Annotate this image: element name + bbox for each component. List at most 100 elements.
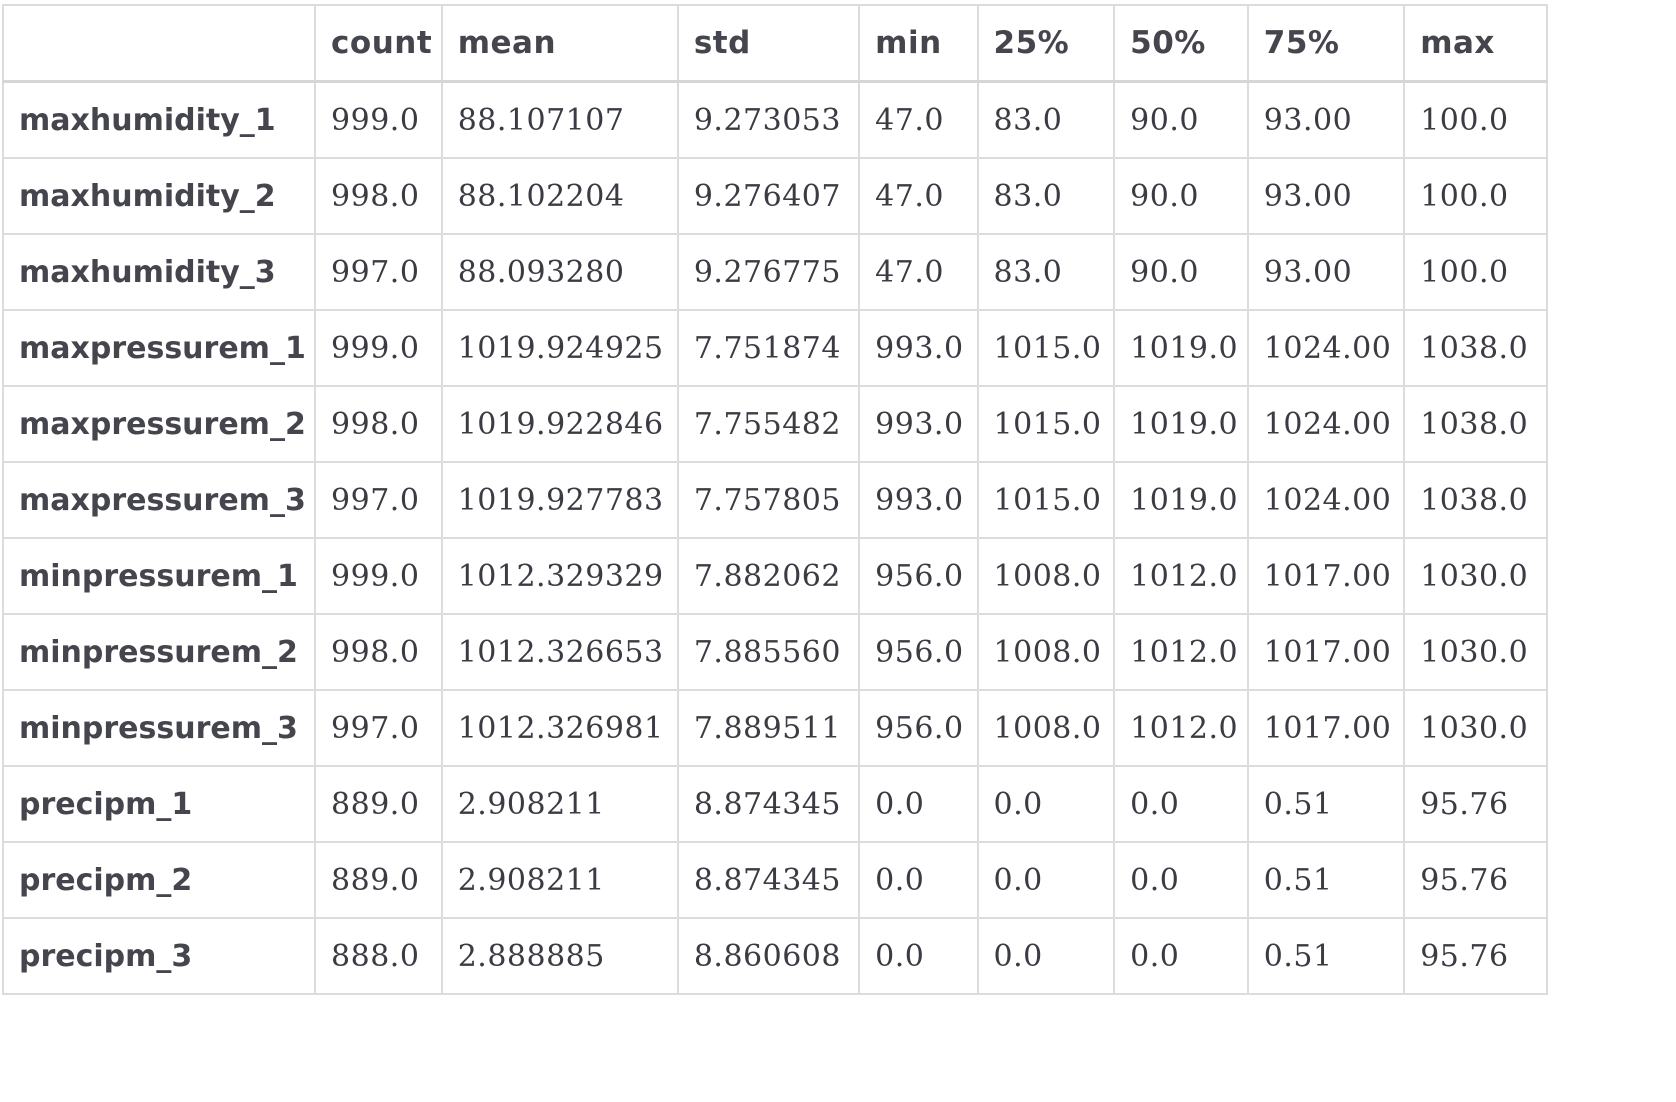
table-cell: 1012.329329 — [440, 537, 679, 615]
table-cell: 1017.00 — [1246, 613, 1406, 691]
table-row: precipm_2 889.0 2.908211 8.874345 0.0 0.0 0.0 0… — [1, 841, 1548, 919]
table-cell: 90.0 — [1113, 80, 1249, 159]
table-cell: 88.093280 — [440, 233, 679, 311]
table-cell: 1017.00 — [1246, 537, 1406, 615]
column-header-75pct: 75% — [1246, 4, 1406, 83]
table-cell: 7.889511 — [676, 689, 861, 767]
table-cell: 83.0 — [976, 157, 1116, 235]
table-cell: 8.874345 — [676, 841, 861, 919]
table-cell: 997.0 — [314, 689, 443, 767]
table-cell: 0.51 — [1246, 841, 1406, 919]
table-row: minpressurem_2 998.0 1012.326653 7.885560 95… — [1, 613, 1548, 691]
row-label: minpressurem_2 — [1, 613, 317, 691]
table-cell: 999.0 — [314, 80, 443, 159]
table-cell: 956.0 — [858, 537, 979, 615]
row-label: maxpressurem_2 — [1, 385, 317, 463]
table-cell: 1019.924925 — [440, 309, 679, 387]
table-cell: 0.0 — [976, 765, 1116, 843]
describe-table: count mean std min 25% 50% 75% max maxhu… — [1, 4, 1548, 995]
table-cell: 1024.00 — [1246, 461, 1406, 539]
table-cell: 2.908211 — [440, 765, 679, 843]
table-cell: 997.0 — [314, 461, 443, 539]
table-cell: 0.0 — [858, 765, 979, 843]
header-row: count mean std min 25% 50% 75% max — [1, 4, 1548, 83]
table-cell: 83.0 — [976, 233, 1116, 311]
table-row: precipm_1 889.0 2.908211 8.874345 0.0 0.0 0.0 0… — [1, 765, 1548, 843]
table-cell: 1038.0 — [1403, 309, 1548, 387]
table-cell: 1030.0 — [1403, 613, 1548, 691]
column-header-std: std — [676, 4, 861, 83]
table-row: maxpressurem_3 997.0 1019.927783 7.757805 99… — [1, 461, 1548, 539]
column-header-mean: mean — [440, 4, 679, 83]
table-cell: 1038.0 — [1403, 461, 1548, 539]
table-cell: 993.0 — [858, 309, 979, 387]
row-label: minpressurem_3 — [1, 689, 317, 767]
column-header-count: count — [314, 4, 443, 83]
table-cell: 7.751874 — [676, 309, 861, 387]
table-cell: 1012.0 — [1113, 689, 1249, 767]
table-cell: 999.0 — [314, 309, 443, 387]
column-header-min: min — [858, 4, 979, 83]
table-cell: 1019.0 — [1113, 385, 1249, 463]
column-header-25pct: 25% — [976, 4, 1116, 83]
table-cell: 93.00 — [1246, 157, 1406, 235]
table-cell: 1015.0 — [976, 385, 1116, 463]
table-cell: 0.0 — [1113, 917, 1249, 995]
table-cell: 90.0 — [1113, 233, 1249, 311]
row-label: minpressurem_1 — [1, 537, 317, 615]
column-header-50pct: 50% — [1113, 4, 1249, 83]
table-cell: 93.00 — [1246, 233, 1406, 311]
table-cell: 1024.00 — [1246, 385, 1406, 463]
table-cell: 90.0 — [1113, 157, 1249, 235]
table-cell: 0.51 — [1246, 917, 1406, 995]
dataframe-output: count mean std min 25% 50% 75% max maxhu… — [0, 0, 1548, 1102]
table-cell: 993.0 — [858, 461, 979, 539]
table-cell: 95.76 — [1403, 765, 1548, 843]
table-cell: 956.0 — [858, 613, 979, 691]
table-cell: 7.882062 — [676, 537, 861, 615]
table-cell: 9.276407 — [676, 157, 861, 235]
row-label: precipm_2 — [1, 841, 317, 919]
row-label: maxhumidity_2 — [1, 157, 317, 235]
table-cell: 1019.927783 — [440, 461, 679, 539]
table-cell: 1038.0 — [1403, 385, 1548, 463]
index-header — [1, 4, 317, 83]
table-cell: 1008.0 — [976, 613, 1116, 691]
table-cell: 1012.0 — [1113, 537, 1249, 615]
table-cell: 1019.0 — [1113, 461, 1249, 539]
table-cell: 95.76 — [1403, 917, 1548, 995]
column-header-max: max — [1403, 4, 1548, 83]
row-label: precipm_1 — [1, 765, 317, 843]
table-cell: 0.51 — [1246, 765, 1406, 843]
table-cell: 2.888885 — [440, 917, 679, 995]
table-cell: 7.757805 — [676, 461, 861, 539]
table-cell: 1015.0 — [976, 461, 1116, 539]
table-cell: 0.0 — [976, 917, 1116, 995]
table-cell: 0.0 — [976, 841, 1116, 919]
table-row: maxhumidity_3 997.0 88.093280 9.276775 47.0 8… — [1, 233, 1548, 311]
table-cell: 998.0 — [314, 385, 443, 463]
table-cell: 95.76 — [1403, 841, 1548, 919]
table-cell: 100.0 — [1403, 157, 1548, 235]
table-row: precipm_3 888.0 2.888885 8.860608 0.0 0.0 0.0 0… — [1, 917, 1548, 995]
table-cell: 93.00 — [1246, 80, 1406, 159]
table-cell: 0.0 — [1113, 841, 1249, 919]
row-label: precipm_3 — [1, 917, 317, 995]
row-label: maxhumidity_1 — [1, 80, 317, 159]
table-cell: 47.0 — [858, 233, 979, 311]
table-row: maxpressurem_1 999.0 1019.924925 7.751874 99… — [1, 309, 1548, 387]
table-cell: 0.0 — [1113, 765, 1249, 843]
table-cell: 889.0 — [314, 765, 443, 843]
table-row: maxhumidity_2 998.0 88.102204 9.276407 47.0 8… — [1, 157, 1548, 235]
table-cell: 7.885560 — [676, 613, 861, 691]
table-cell: 100.0 — [1403, 233, 1548, 311]
table-cell: 9.273053 — [676, 80, 861, 159]
table-cell: 47.0 — [858, 80, 979, 159]
table-cell: 1012.0 — [1113, 613, 1249, 691]
table-cell: 88.102204 — [440, 157, 679, 235]
table-cell: 100.0 — [1403, 80, 1548, 159]
table-cell: 1015.0 — [976, 309, 1116, 387]
table-cell: 1008.0 — [976, 689, 1116, 767]
table-row: minpressurem_1 999.0 1012.329329 7.882062 95… — [1, 537, 1548, 615]
row-label: maxpressurem_1 — [1, 309, 317, 387]
